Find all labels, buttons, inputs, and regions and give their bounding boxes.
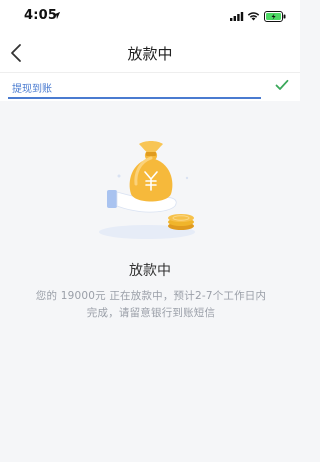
- status-description: 您的 19000元 正在放款中，预计2-7个工作日内完成，请留意银行到账短信: [35, 290, 267, 319]
- page-title: 放款中: [127, 45, 173, 63]
- status-title: 放款中: [129, 263, 171, 279]
- navigation-bar: 放款中: [0, 34, 300, 72]
- signal-icon: [230, 12, 244, 21]
- progress-step: 提现到账: [0, 72, 300, 101]
- location-arrow-icon: [52, 11, 61, 20]
- progress-step-label: 提现到账: [12, 84, 52, 95]
- check-icon: [275, 79, 289, 90]
- wifi-icon: [247, 12, 260, 21]
- progress-bar: [8, 97, 261, 99]
- status-bar: 4:05: [0, 0, 300, 34]
- money-bag-hand-icon: [99, 141, 195, 239]
- battery-charging-icon: [264, 11, 286, 22]
